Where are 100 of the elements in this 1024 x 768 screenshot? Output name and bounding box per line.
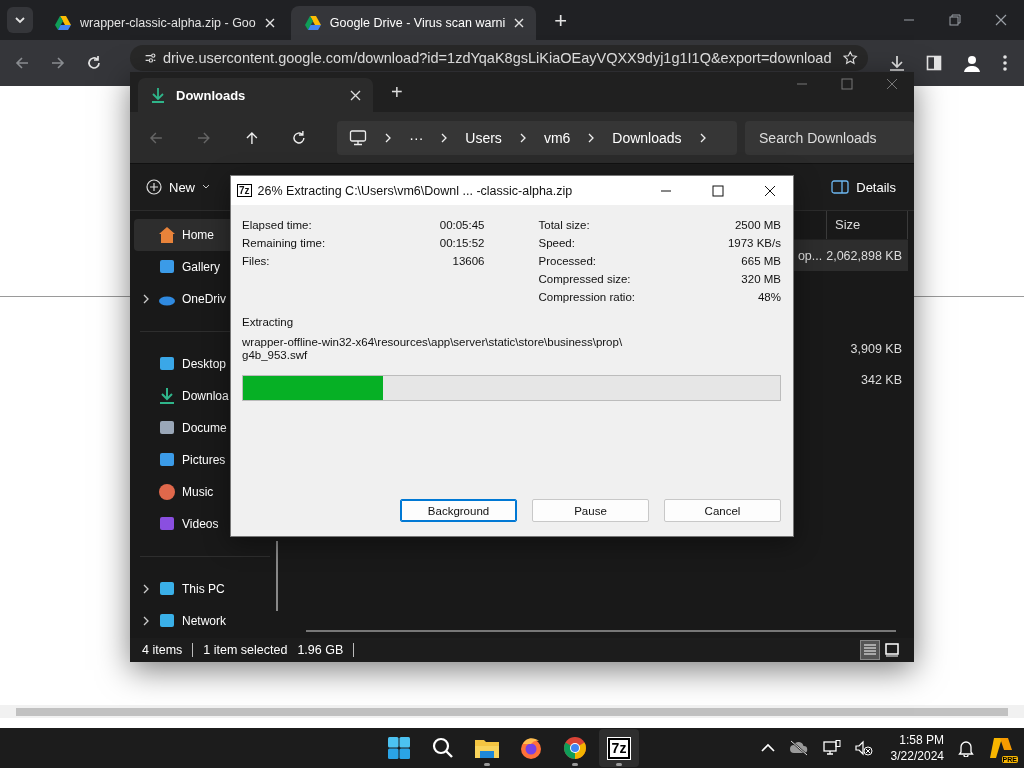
new-tab-button[interactable]: + <box>391 81 403 104</box>
folder-icon <box>474 737 500 759</box>
chevron-right-icon <box>518 132 527 143</box>
stat-label: Compressed size: <box>538 273 631 285</box>
file-path: g4b_953.swf <box>242 349 309 362</box>
triangle-icon <box>55 16 71 30</box>
tab-search-button[interactable] <box>7 7 33 33</box>
sidebar-item[interactable]: Pictures <box>134 444 230 476</box>
new-button[interactable]: New <box>140 175 216 199</box>
archive-app-logo: 7z <box>607 737 631 759</box>
reload-icon[interactable] <box>86 55 102 71</box>
side-panel-icon[interactable] <box>926 55 942 71</box>
column-header[interactable]: Size <box>826 211 908 239</box>
site-info-icon[interactable] <box>144 50 157 66</box>
sidebar-item[interactable]: Videos <box>134 508 230 540</box>
chevron-right-icon <box>440 132 449 143</box>
music-icon <box>158 483 176 501</box>
maximize-icon[interactable] <box>712 184 724 197</box>
details-button[interactable]: Details <box>825 175 902 199</box>
close-icon[interactable] <box>764 184 776 197</box>
profile-icon[interactable] <box>962 53 982 73</box>
stat-label: Elapsed time: <box>242 219 312 231</box>
stat-value: 13606 <box>452 255 485 267</box>
triangle-icon <box>304 16 321 30</box>
sidebar-item[interactable]: OneDriv <box>134 283 230 315</box>
plus-circle-icon <box>146 179 162 195</box>
download-icon <box>158 387 176 405</box>
home-icon <box>158 226 176 244</box>
monitor-icon <box>349 129 368 146</box>
breadcrumb-item[interactable]: Downloads <box>612 129 682 146</box>
breadcrumb-item[interactable]: vm6 <box>543 129 571 146</box>
stat-label: Total size: <box>538 219 590 231</box>
sidebar-item[interactable]: Docume <box>134 412 230 444</box>
search-field[interactable]: Search Downloads <box>745 120 914 155</box>
chevron-right-icon <box>698 132 707 143</box>
more-locations[interactable]: ··· <box>409 129 424 146</box>
download-icon[interactable] <box>888 54 906 72</box>
chevron-up-icon[interactable] <box>760 743 775 753</box>
sidebar-item[interactable]: Desktop <box>134 348 230 380</box>
sidebar-item[interactable]: Home <box>134 219 230 251</box>
taskbar-app[interactable]: 7z <box>599 729 639 767</box>
cancel-button[interactable]: Cancel <box>664 499 781 522</box>
address-bar[interactable]: ··· Users vm6 Downloads <box>337 120 737 155</box>
stat-label: Files: <box>242 255 270 267</box>
browser-icon <box>563 736 587 760</box>
forward-icon[interactable] <box>50 55 66 71</box>
close-icon[interactable] <box>995 14 1007 26</box>
sidebar-item[interactable]: Network <box>134 605 230 637</box>
chevron-right-icon[interactable] <box>142 294 150 304</box>
up-icon[interactable] <box>243 129 260 146</box>
search-icon <box>432 737 454 759</box>
sidebar-item[interactable]: This PC <box>134 573 230 605</box>
cloud-off-icon[interactable] <box>788 740 809 756</box>
menu-icon[interactable] <box>1002 54 1008 72</box>
stat-label: Processed: <box>538 255 597 267</box>
download-icon <box>150 87 166 103</box>
chevron-right-icon <box>384 132 393 143</box>
sidebar-item[interactable]: Downloa <box>134 380 230 412</box>
background-button[interactable]: Background <box>400 499 517 522</box>
sidebar-item[interactable]: Music <box>134 476 230 508</box>
stat-value: 2500 MB <box>734 219 781 231</box>
new-tab-button[interactable]: + <box>554 8 568 34</box>
browser-tab[interactable]: Google Drive - Virus scan warni <box>290 6 537 40</box>
fox-globe-icon <box>519 736 543 760</box>
breadcrumb-item[interactable]: Users <box>465 129 502 146</box>
pause-button[interactable]: Pause <box>532 499 649 522</box>
tile-icon <box>885 643 899 657</box>
stat-value: 48% <box>757 291 781 303</box>
selection-info: 1 item selected <box>203 643 288 657</box>
stat-value: 00:05:45 <box>439 219 485 231</box>
restore-icon[interactable] <box>949 14 961 26</box>
bell-icon[interactable] <box>958 739 974 757</box>
stat-value: 320 MB <box>741 273 781 285</box>
back-icon[interactable] <box>14 55 30 71</box>
chevron-right-icon[interactable] <box>142 584 150 594</box>
browser-tab[interactable]: wrapper-classic-alpha.zip - Goo <box>41 6 287 40</box>
windows-icon <box>387 736 411 760</box>
view-mode-button[interactable] <box>882 640 902 660</box>
caret-icon <box>14 14 26 26</box>
item-count: 4 items <box>142 643 183 657</box>
address-bar[interactable]: drive.usercontent.google.com/download?id=1zdYqaK8gsLiKiaOEayVQXX9dyj1g1I1Q&export=download <box>130 45 868 71</box>
dialog-title: 26% Extracting C:\Users\vm6\Downl ... -classic-alpha.zip <box>257 183 573 198</box>
clock-date[interactable]: 3/22/2024 <box>890 748 944 764</box>
list-icon <box>863 643 877 657</box>
archive-app-logo: 7z <box>237 184 252 197</box>
stat-value: 1973 KB/s <box>727 237 781 249</box>
caret-icon <box>202 184 210 190</box>
url-text: drive.usercontent.google.com/download?id=1zdYqaK8gsLiKiaOEayVQXX9dyj1g1I1Q&export=download <box>162 50 832 66</box>
chevron-right-icon <box>587 132 596 143</box>
horizontal-scrollbar[interactable] <box>0 705 1024 718</box>
chevron-right-icon[interactable] <box>142 616 150 626</box>
stat-label: Compression ratio: <box>538 291 635 303</box>
status-label: Extracting <box>242 316 295 328</box>
selection-size: 1.96 GB <box>297 643 344 657</box>
stat-value: 00:15:52 <box>439 237 485 249</box>
speaker-muted-icon[interactable] <box>854 740 873 756</box>
sidebar-item[interactable]: Gallery <box>134 251 230 283</box>
clock-time[interactable]: 1:58 PM <box>899 732 944 748</box>
explorer-tab[interactable]: Downloads <box>138 78 373 112</box>
star-icon[interactable] <box>843 49 858 67</box>
